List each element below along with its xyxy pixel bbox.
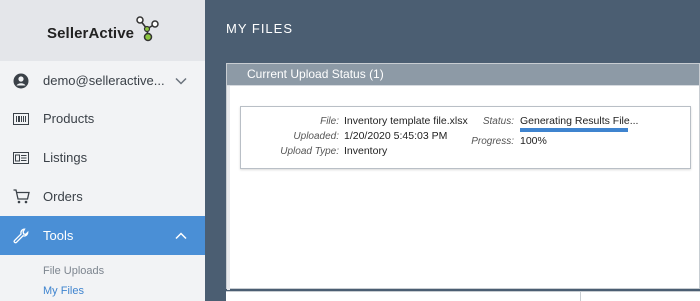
file-label: File: [320, 116, 339, 127]
sidebar-item-label: Tools [43, 228, 74, 243]
upload-type: Inventory [344, 145, 388, 157]
upload-type-label: Upload Type: [280, 146, 339, 157]
wrench-icon [12, 227, 30, 245]
sidebar-item-tools[interactable]: Tools [0, 216, 205, 255]
account-menu[interactable]: demo@selleractive... [0, 61, 205, 100]
sidebar-item-products[interactable]: Products [0, 99, 205, 138]
divider [227, 86, 230, 290]
brand-name: SellerActive [47, 25, 135, 42]
listings-icon [12, 149, 30, 167]
cart-icon [12, 188, 30, 206]
sidebar-subitem-file-uploads[interactable]: File Uploads [43, 265, 104, 277]
status-label: Status: [482, 116, 514, 127]
uploaded-date: 1/20/2020 5:45:03 PM [344, 130, 448, 142]
sidebar-item-orders[interactable]: Orders [0, 177, 205, 216]
chevron-down-icon [175, 77, 187, 85]
upload-status-panel: Current Upload Status (1) File: Inventor… [226, 63, 700, 290]
user-icon [12, 72, 30, 90]
divider [580, 292, 581, 301]
sidebar: SellerActive demo@selleractive... Produc… [0, 0, 205, 301]
status-value: Generating Results File... [520, 115, 639, 127]
sidebar-item-listings[interactable]: Listings [0, 138, 205, 177]
sidebar-item-label: Orders [43, 189, 83, 204]
sidebar-item-label: Listings [43, 150, 88, 165]
main-content: MY FILES Current Upload Status (1) File:… [205, 0, 700, 301]
account-email: demo@selleractive... [43, 73, 165, 88]
divider [227, 85, 699, 86]
progress-bar-fill [520, 128, 628, 132]
progress-value: 100% [520, 135, 547, 147]
uploaded-label: Uploaded: [293, 131, 339, 142]
molecule-logo-icon [136, 16, 159, 42]
chevron-up-icon [175, 231, 187, 239]
brand-header: SellerActive [0, 0, 205, 61]
file-name: Inventory template file.xlsx [344, 115, 468, 127]
sidebar-subitem-my-files[interactable]: My Files [43, 285, 84, 297]
panel-title: Current Upload Status (1) [227, 64, 699, 85]
barcode-icon [12, 110, 30, 128]
progress-label: Progress: [471, 136, 514, 147]
next-panel [226, 291, 700, 301]
page-title: MY FILES [226, 21, 294, 36]
upload-card: File: Inventory template file.xlsx Uploa… [240, 106, 691, 169]
sidebar-item-label: Products [43, 111, 95, 126]
progress-bar [520, 128, 628, 132]
